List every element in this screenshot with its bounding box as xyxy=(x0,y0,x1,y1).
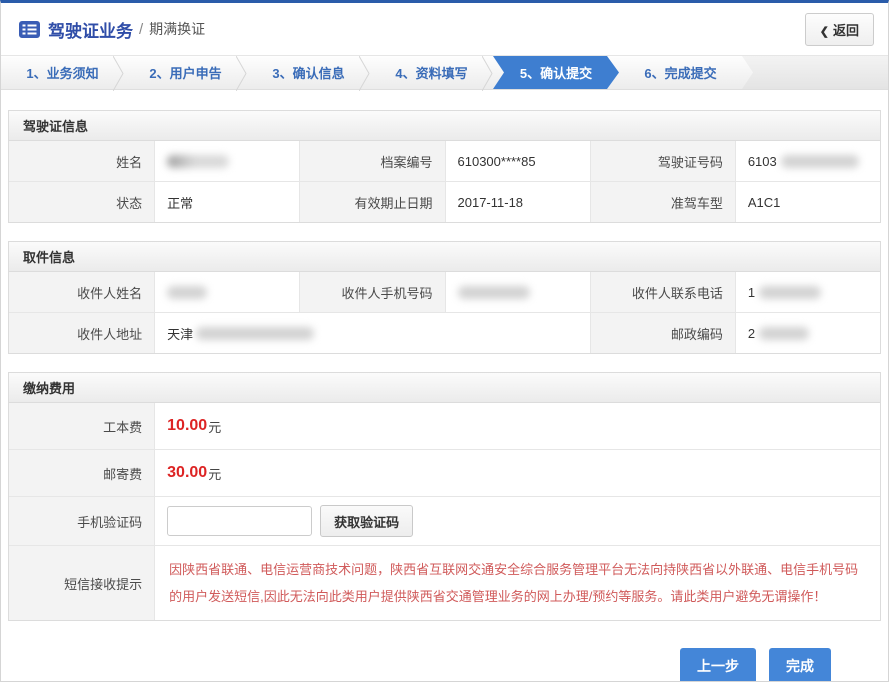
chevron-separator-icon xyxy=(236,56,247,91)
step-label: 4、资料填写 xyxy=(395,63,467,82)
sms-notice-label: 短信接收提示 xyxy=(9,546,154,620)
address-value: 天津 xyxy=(154,313,590,353)
step-3-confirm-info[interactable]: 3、确认信息 xyxy=(247,56,370,89)
captcha-input[interactable] xyxy=(167,506,312,536)
redacted-zip xyxy=(759,327,809,340)
fees-section: 缴纳费用 工本费 10.00元 邮寄费 30.00元 手机验证码 获取验证码 短… xyxy=(8,372,881,621)
redacted-tel xyxy=(759,286,821,299)
step-label: 2、用户申告 xyxy=(149,63,221,82)
page-title: 驾驶证业务 xyxy=(48,17,133,42)
expiry-label: 有效期止日期 xyxy=(299,182,444,222)
table-row: 邮寄费 30.00元 xyxy=(9,449,880,496)
sms-notice-text: 因陕西省联通、电信运营商技术问题，陕西省互联网交通安全综合服务管理平台无法向持陕… xyxy=(169,556,866,610)
get-captcha-button[interactable]: 获取验证码 xyxy=(320,505,413,537)
status-label: 状态 xyxy=(9,182,154,222)
recipient-name-label: 收件人姓名 xyxy=(9,272,154,312)
license-info-section: 驾驶证信息 姓名 档案编号 610300****85 驾驶证号码 6103 状态… xyxy=(8,110,881,223)
vehicle-label: 准驾车型 xyxy=(590,182,735,222)
file-no-value: 610300****85 xyxy=(445,141,590,181)
step-label: 6、完成提交 xyxy=(644,63,716,82)
table-row: 姓名 档案编号 610300****85 驾驶证号码 6103 xyxy=(9,141,880,181)
zip-prefix: 2 xyxy=(748,326,755,341)
captcha-label: 手机验证码 xyxy=(9,497,154,545)
redacted-mobile xyxy=(458,286,530,299)
address-label: 收件人地址 xyxy=(9,313,154,353)
cost-value: 10.00元 xyxy=(154,403,880,449)
back-button[interactable]: ❮ 返回 xyxy=(805,13,874,46)
fees-section-title: 缴纳费用 xyxy=(9,373,880,403)
chevron-separator-icon xyxy=(113,56,124,91)
redacted-name xyxy=(167,155,229,168)
page-header: 驾驶证业务 / 期满换证 ❮ 返回 xyxy=(1,3,888,55)
cost-amount: 10.00 xyxy=(167,417,207,435)
table-row: 手机验证码 获取验证码 xyxy=(9,496,880,545)
step-label: 5、确认提交 xyxy=(520,63,592,82)
step-6-complete[interactable]: 6、完成提交 xyxy=(619,56,742,89)
list-form-icon xyxy=(19,21,40,38)
table-row: 收件人姓名 收件人手机号码 收件人联系电话 1 xyxy=(9,272,880,312)
step-label: 3、确认信息 xyxy=(272,63,344,82)
postage-unit: 元 xyxy=(208,464,221,483)
page: 驾驶证业务 / 期满换证 ❮ 返回 1、业务须知 2、用户申告 3、确认信息 4、… xyxy=(0,0,889,682)
postage-amount: 30.00 xyxy=(167,464,207,482)
redacted-address xyxy=(196,327,314,340)
expiry-value: 2017-11-18 xyxy=(445,182,590,222)
main-content: 驾驶证信息 姓名 档案编号 610300****85 驾驶证号码 6103 状态… xyxy=(1,90,888,682)
step-1-notice[interactable]: 1、业务须知 xyxy=(1,56,124,89)
pickup-info-section: 取件信息 收件人姓名 收件人手机号码 收件人联系电话 1 收件人地址 天津 邮政… xyxy=(8,241,881,354)
step-2-declaration[interactable]: 2、用户申告 xyxy=(124,56,247,89)
license-section-title: 驾驶证信息 xyxy=(9,111,880,141)
table-row: 状态 正常 有效期止日期 2017-11-18 准驾车型 A1C1 xyxy=(9,181,880,222)
previous-step-button[interactable]: 上一步 xyxy=(680,648,756,682)
step-bar-tail xyxy=(742,56,888,89)
cost-label: 工本费 xyxy=(9,403,154,449)
step-5-confirm-submit-active[interactable]: 5、确认提交 xyxy=(493,56,619,89)
back-button-label: 返回 xyxy=(833,23,859,38)
breadcrumb-subtitle: 期满换证 xyxy=(149,19,205,39)
chevron-separator-icon xyxy=(359,56,370,91)
status-value: 正常 xyxy=(154,182,299,222)
postage-label: 邮寄费 xyxy=(9,450,154,496)
table-row: 收件人地址 天津 邮政编码 2 xyxy=(9,312,880,353)
recipient-tel-value: 1 xyxy=(735,272,880,312)
footer-actions: 上一步 完成 xyxy=(8,639,881,682)
address-prefix: 天津 xyxy=(167,324,193,343)
cost-unit: 元 xyxy=(208,417,221,436)
pickup-section-title: 取件信息 xyxy=(9,242,880,272)
recipient-mobile-label: 收件人手机号码 xyxy=(299,272,444,312)
finish-button[interactable]: 完成 xyxy=(769,648,831,682)
step-wizard: 1、业务须知 2、用户申告 3、确认信息 4、资料填写 5、确认提交 6、完成提… xyxy=(1,55,888,90)
postage-value: 30.00元 xyxy=(154,450,880,496)
recipient-tel-label: 收件人联系电话 xyxy=(590,272,735,312)
chevron-left-icon: ❮ xyxy=(820,26,829,38)
recipient-mobile-value xyxy=(445,272,590,312)
license-no-value: 6103 xyxy=(735,141,880,181)
zip-label: 邮政编码 xyxy=(590,313,735,353)
redacted-recipient-name xyxy=(167,286,207,299)
captcha-cell: 获取验证码 xyxy=(154,497,880,545)
name-value xyxy=(154,141,299,181)
name-label: 姓名 xyxy=(9,141,154,181)
table-row: 短信接收提示 因陕西省联通、电信运营商技术问题，陕西省互联网交通安全综合服务管理… xyxy=(9,545,880,620)
tel-prefix: 1 xyxy=(748,285,755,300)
file-no-label: 档案编号 xyxy=(299,141,444,181)
redacted-license-no xyxy=(781,155,859,168)
step-label: 1、业务须知 xyxy=(26,63,98,82)
step-4-fill-data[interactable]: 4、资料填写 xyxy=(370,56,493,89)
zip-value: 2 xyxy=(735,313,880,353)
vehicle-value: A1C1 xyxy=(735,182,880,222)
recipient-name-value xyxy=(154,272,299,312)
sms-notice-cell: 因陕西省联通、电信运营商技术问题，陕西省互联网交通安全综合服务管理平台无法向持陕… xyxy=(154,546,880,620)
breadcrumb-divider: / xyxy=(139,21,143,38)
table-row: 工本费 10.00元 xyxy=(9,403,880,449)
license-no-prefix: 6103 xyxy=(748,154,777,169)
license-no-label: 驾驶证号码 xyxy=(590,141,735,181)
chevron-separator-icon xyxy=(482,56,493,91)
